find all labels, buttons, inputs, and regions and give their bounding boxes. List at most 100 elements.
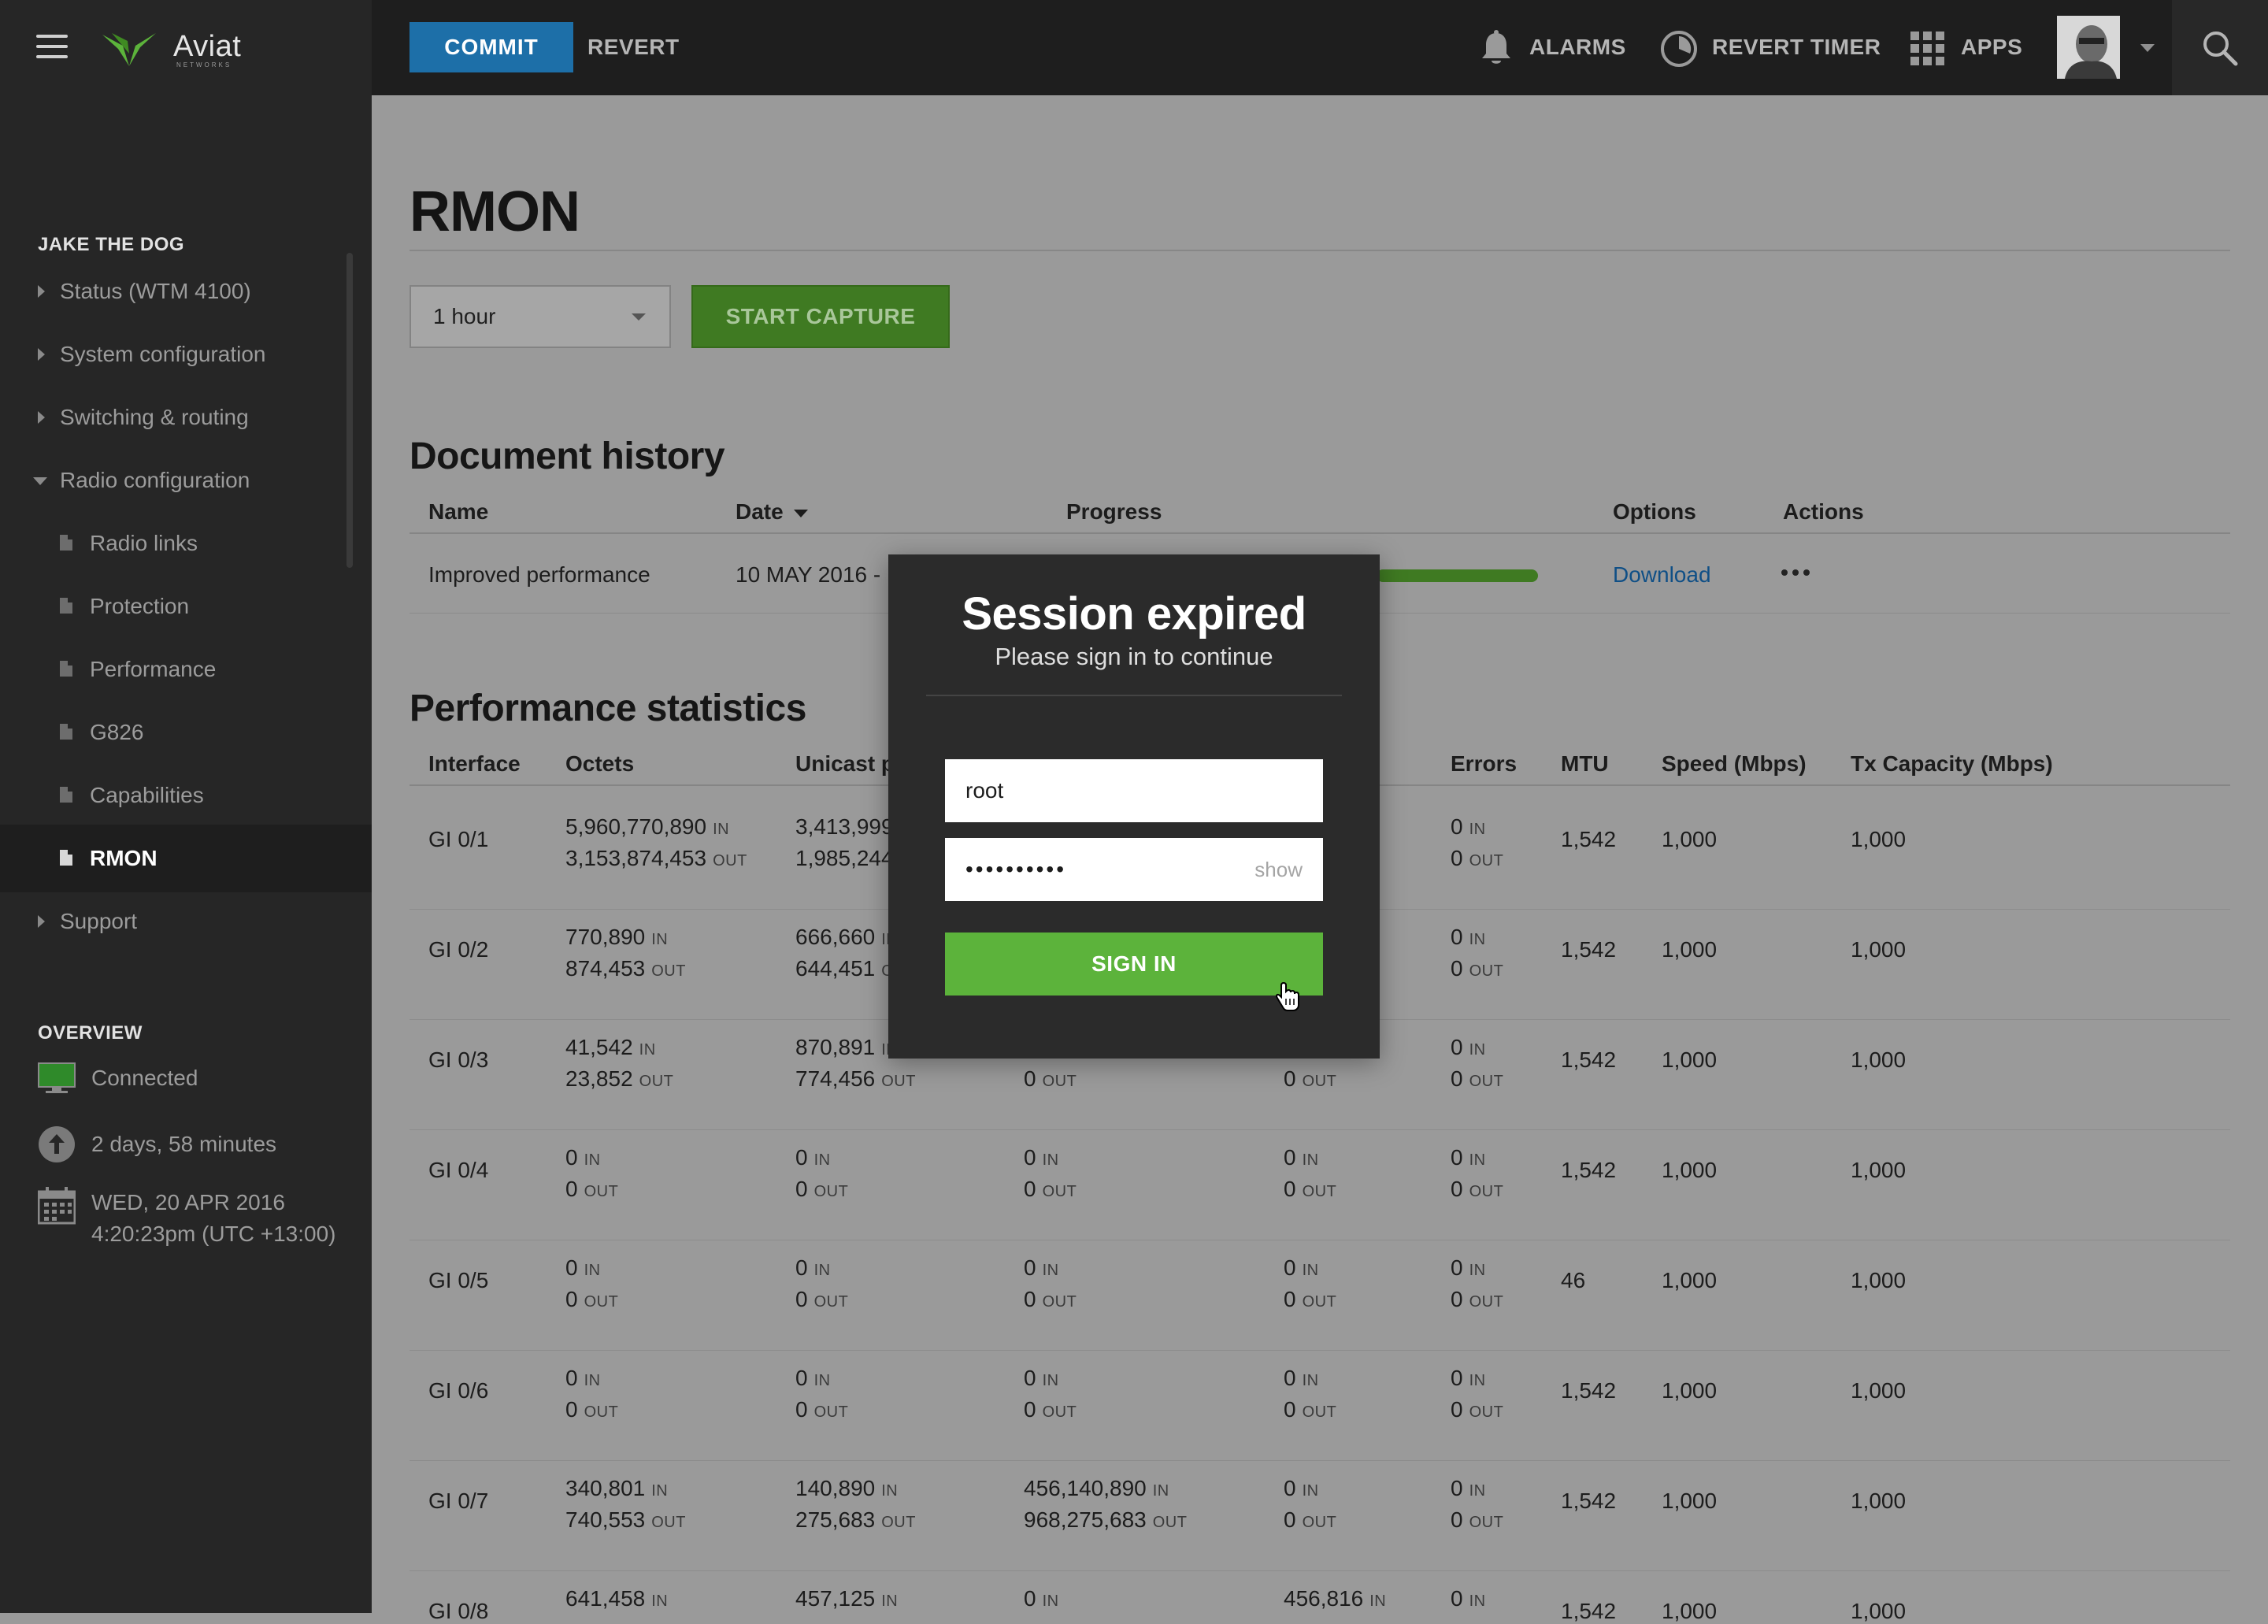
chevron-down-icon[interactable] xyxy=(2140,44,2155,52)
document-icon xyxy=(60,787,72,803)
commit-button[interactable]: COMMIT xyxy=(410,22,573,72)
errors-in-cell: 0 IN xyxy=(1451,1473,1486,1507)
device-heading: JAKE THE DOG xyxy=(38,234,185,255)
sidebar-item-g826[interactable]: G826 xyxy=(60,714,359,751)
octets-out-value: 740,553 xyxy=(565,1507,646,1532)
unit-out-label: OUT xyxy=(813,1183,849,1200)
octets-in-value: 41,542 xyxy=(565,1035,633,1059)
calendar-icon xyxy=(38,1187,76,1225)
unit-out-label: OUT xyxy=(651,962,686,980)
sign-in-button[interactable]: SIGN IN xyxy=(945,933,1323,996)
unit-out-label: OUT xyxy=(813,1403,849,1421)
col-header-errors: Errors xyxy=(1451,751,1518,776)
download-link[interactable]: Download xyxy=(1613,562,1711,588)
col-header-octets: Octets xyxy=(565,751,635,776)
col4-in-value: 456,816 xyxy=(1284,1586,1364,1611)
octets-out-value: 874,453 xyxy=(565,956,646,981)
sidebar-item-performance[interactable]: Performance xyxy=(60,651,359,688)
interface-cell: GI 0/8 xyxy=(428,1599,489,1623)
errors-out-value: 0 xyxy=(1451,1507,1463,1532)
tx-capacity-cell: 1,000 xyxy=(1851,1378,1907,1403)
errors-in-cell: 0 IN xyxy=(1451,1252,1486,1286)
col-header-tx-capacity: Tx Capacity (Mbps) xyxy=(1851,751,2053,776)
col3-in-value: 0 xyxy=(1024,1366,1036,1390)
start-capture-button[interactable]: START CAPTURE xyxy=(691,285,950,348)
unicast-in-cell: 140,890 IN xyxy=(795,1473,898,1507)
search-button[interactable] xyxy=(2172,0,2268,95)
row-divider xyxy=(410,1570,2230,1571)
sidebar-item-radio-configuration[interactable]: Radio configuration xyxy=(33,462,353,499)
errors-out-cell: 0 OUT xyxy=(1451,843,1503,877)
octets-out-value: 23,852 xyxy=(565,1066,633,1091)
dialog-divider xyxy=(926,695,1342,696)
col-header-unicast: Unicast p xyxy=(795,751,895,776)
unit-out-label: OUT xyxy=(881,1514,916,1531)
sidebar-item-switching-routing[interactable]: Switching & routing xyxy=(38,399,353,436)
unit-out-label: OUT xyxy=(1302,1073,1337,1090)
avatar[interactable] xyxy=(2057,16,2120,79)
unit-out-label: OUT xyxy=(584,1183,619,1200)
unicast-out-cell: 0 OUT xyxy=(795,1394,848,1428)
mtu-cell: 1,542 xyxy=(1561,827,1617,851)
sidebar: JAKE THE DOG Status (WTM 4100) System co… xyxy=(0,95,372,1613)
revert-button[interactable]: REVERT xyxy=(587,22,680,72)
interface-cell: GI 0/2 xyxy=(428,937,489,962)
sidebar-item-status[interactable]: Status (WTM 4100) xyxy=(38,273,353,310)
col3-out-value: 0 xyxy=(1024,1397,1036,1422)
more-actions-icon[interactable] xyxy=(1781,565,1814,580)
octets-in-cell: 0 IN xyxy=(565,1363,601,1396)
sidebar-item-protection[interactable]: Protection xyxy=(60,588,359,625)
octets-in-value: 0 xyxy=(565,1145,578,1170)
errors-in-cell: 0 IN xyxy=(1451,1583,1486,1617)
sidebar-item-radio-links[interactable]: Radio links xyxy=(60,525,359,562)
col4-out-cell: 0 OUT xyxy=(1284,1284,1336,1318)
sidebar-item-rmon[interactable]: RMON xyxy=(60,840,359,877)
octets-in-cell: 0 IN xyxy=(565,1252,601,1286)
col-header-name[interactable]: Name xyxy=(428,499,488,525)
speed-cell: 1,000 xyxy=(1662,1378,1718,1403)
col4-in-cell: 0 IN xyxy=(1284,1473,1319,1507)
sidebar-item-capabilities[interactable]: Capabilities xyxy=(60,777,359,814)
unicast-out-cell: 774,456 OUT xyxy=(795,1063,916,1097)
unit-out-label: OUT xyxy=(813,1293,849,1311)
username-field[interactable] xyxy=(945,759,1323,822)
tx-capacity-cell: 1,000 xyxy=(1851,1158,1907,1182)
octets-in-value: 641,458 xyxy=(565,1586,646,1611)
errors-in-value: 0 xyxy=(1451,1586,1463,1611)
expand-arrow-icon xyxy=(38,348,45,361)
col3-out-cell: 0 OUT xyxy=(1024,1284,1077,1318)
unit-in-label: IN xyxy=(1302,1151,1319,1169)
show-password-toggle[interactable]: show xyxy=(1254,838,1303,901)
col-header-options: Options xyxy=(1613,499,1696,524)
expand-arrow-icon xyxy=(38,285,45,298)
speed-cell: 1,000 xyxy=(1662,1599,1718,1623)
octets-out-value: 0 xyxy=(565,1397,578,1422)
octets-in-cell: 641,458 IN xyxy=(565,1583,668,1617)
unit-out-label: OUT xyxy=(1469,852,1504,869)
hamburger-icon[interactable] xyxy=(36,35,68,58)
unit-out-label: OUT xyxy=(1302,1183,1337,1200)
revert-timer-label: REVERT TIMER xyxy=(1712,35,1881,59)
aviat-logo-icon xyxy=(102,33,156,66)
performance-statistics-title: Performance statistics xyxy=(410,688,806,729)
col-header-date[interactable]: Date xyxy=(736,499,809,525)
document-history-title: Document history xyxy=(410,436,725,477)
octets-out-cell: 874,453 OUT xyxy=(565,953,686,987)
col4-out-value: 0 xyxy=(1284,1066,1296,1091)
expand-arrow-icon xyxy=(38,411,45,424)
octets-in-cell: 770,890 IN xyxy=(565,921,668,955)
unicast-in-cell: 457,125 IN xyxy=(795,1583,898,1617)
col3-out-cell: 0 OUT xyxy=(1024,1174,1077,1207)
unit-out-label: OUT xyxy=(1469,962,1504,980)
unit-out-label: OUT xyxy=(1302,1514,1337,1531)
errors-in-cell: 0 IN xyxy=(1451,921,1486,955)
apps-grid-icon xyxy=(1910,32,1944,65)
alarms-label: ALARMS xyxy=(1529,35,1626,59)
table-header-divider xyxy=(410,532,2230,534)
overview-heading: OVERVIEW xyxy=(38,1022,143,1044)
sidebar-item-system-configuration[interactable]: System configuration xyxy=(38,336,353,373)
capture-duration-select[interactable]: 1 hour xyxy=(410,285,671,348)
sidebar-item-support[interactable]: Support xyxy=(38,903,353,940)
row-divider xyxy=(410,1350,2230,1351)
octets-out-value: 3,153,874,453 xyxy=(565,846,707,870)
